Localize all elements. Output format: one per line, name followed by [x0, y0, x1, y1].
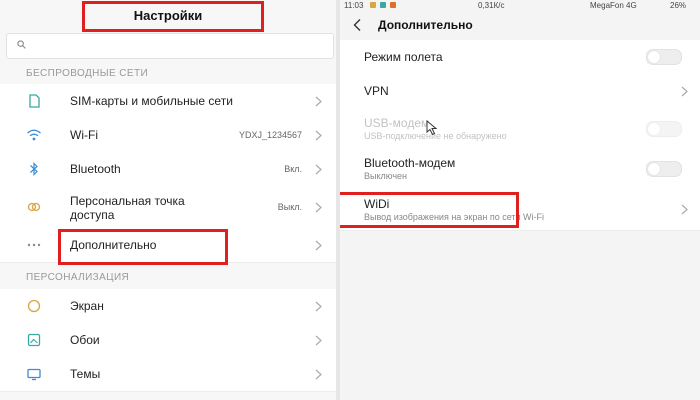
themes-label: Темы [70, 367, 101, 381]
status-carrier: MegaFon 4G [590, 1, 637, 10]
chevron-right-icon [681, 204, 688, 215]
wifi-network-value: YDXJ_1234567 [238, 130, 302, 140]
chevron-right-icon [315, 164, 322, 175]
airplane-mode-label: Режим полета [364, 50, 443, 64]
bluetooth-icon [30, 162, 38, 176]
sim-label: SIM-карты и мобильные сети [70, 94, 233, 108]
chevron-right-icon [315, 369, 322, 380]
notification-icon [370, 2, 376, 8]
hotspot-status-value: Выкл. [277, 202, 302, 212]
status-battery: 26% [670, 1, 687, 10]
wifi-icon [27, 129, 41, 141]
settings-item-wifi[interactable]: Wi-Fi YDXJ_1234567 [0, 118, 336, 153]
display-label: Экран [70, 299, 104, 313]
vpn-row[interactable]: VPN [340, 74, 700, 109]
airplane-mode-row[interactable]: Режим полета [340, 40, 700, 75]
status-time: 11:03 [344, 1, 364, 10]
hotspot-label-line2: доступа [70, 208, 115, 222]
bluetooth-modem-subtitle: Выключен [364, 171, 407, 181]
settings-item-hotspot[interactable]: Персональная точка доступа Выкл. [0, 186, 336, 229]
airplane-mode-toggle[interactable] [646, 49, 682, 65]
wifi-label: Wi-Fi [70, 128, 98, 142]
search-input[interactable] [6, 33, 334, 59]
notification-icon [390, 2, 396, 8]
chevron-right-icon [315, 301, 322, 312]
sim-card-icon [29, 94, 40, 108]
status-bar: 11:03 0,31К/с MegaFon 4G 26% [340, 0, 700, 12]
status-network-speed: 0,31К/с [478, 1, 505, 10]
bluetooth-modem-toggle[interactable] [646, 161, 682, 177]
toggle-knob [648, 51, 660, 63]
settings-item-wallpaper[interactable]: Обои [0, 323, 336, 358]
bluetooth-modem-row[interactable]: Bluetooth-модем Выключен [340, 148, 700, 189]
more-settings-pane: 11:03 0,31К/с MegaFon 4G 26% Дополнитель… [340, 0, 700, 400]
display-icon [27, 299, 41, 313]
settings-item-display[interactable]: Экран [0, 289, 336, 324]
chevron-right-icon [315, 130, 322, 141]
settings-item-bluetooth[interactable]: Bluetooth Вкл. [0, 152, 336, 187]
highlight-box-widi [340, 192, 519, 228]
page-title: Дополнительно [378, 18, 473, 32]
themes-icon [27, 368, 41, 381]
mouse-cursor-icon [426, 120, 438, 136]
usb-modem-row: USB-модем USB-подключение не обнаружено [340, 108, 700, 149]
search-icon [17, 40, 26, 49]
hotspot-label-line1: Персональная точка [70, 194, 185, 208]
usb-modem-toggle [646, 121, 682, 137]
back-arrow-icon[interactable] [352, 18, 364, 32]
section-header-wireless: БЕСПРОВОДНЫЕ СЕТИ [26, 68, 149, 79]
notification-icon [380, 2, 386, 8]
settings-item-themes[interactable]: Темы [0, 357, 336, 392]
bluetooth-modem-label: Bluetooth-модем [364, 156, 456, 170]
highlight-box-more [58, 229, 228, 265]
usb-modem-label: USB-модем [364, 116, 430, 130]
toggle-knob [648, 123, 660, 135]
bluetooth-status-value: Вкл. [284, 164, 302, 174]
chevron-right-icon [315, 240, 322, 251]
chevron-right-icon [315, 96, 322, 107]
wallpaper-label: Обои [70, 333, 100, 347]
wallpaper-icon [27, 333, 41, 347]
chevron-right-icon [315, 202, 322, 213]
highlight-box-title [82, 1, 264, 32]
section-header-personalization: ПЕРСОНАЛИЗАЦИЯ [26, 272, 130, 283]
toggle-knob [648, 163, 660, 175]
hotspot-icon [27, 202, 41, 212]
chevron-right-icon [681, 86, 688, 97]
header-bar: Дополнительно [340, 12, 700, 40]
settings-pane: Настройки БЕСПРОВОДНЫЕ СЕТИ SIM-карты и … [0, 0, 336, 400]
chevron-right-icon [315, 335, 322, 346]
more-dots-icon [27, 243, 41, 247]
bluetooth-label: Bluetooth [70, 162, 121, 176]
vpn-label: VPN [364, 84, 389, 98]
settings-item-sim[interactable]: SIM-карты и мобильные сети [0, 84, 336, 119]
